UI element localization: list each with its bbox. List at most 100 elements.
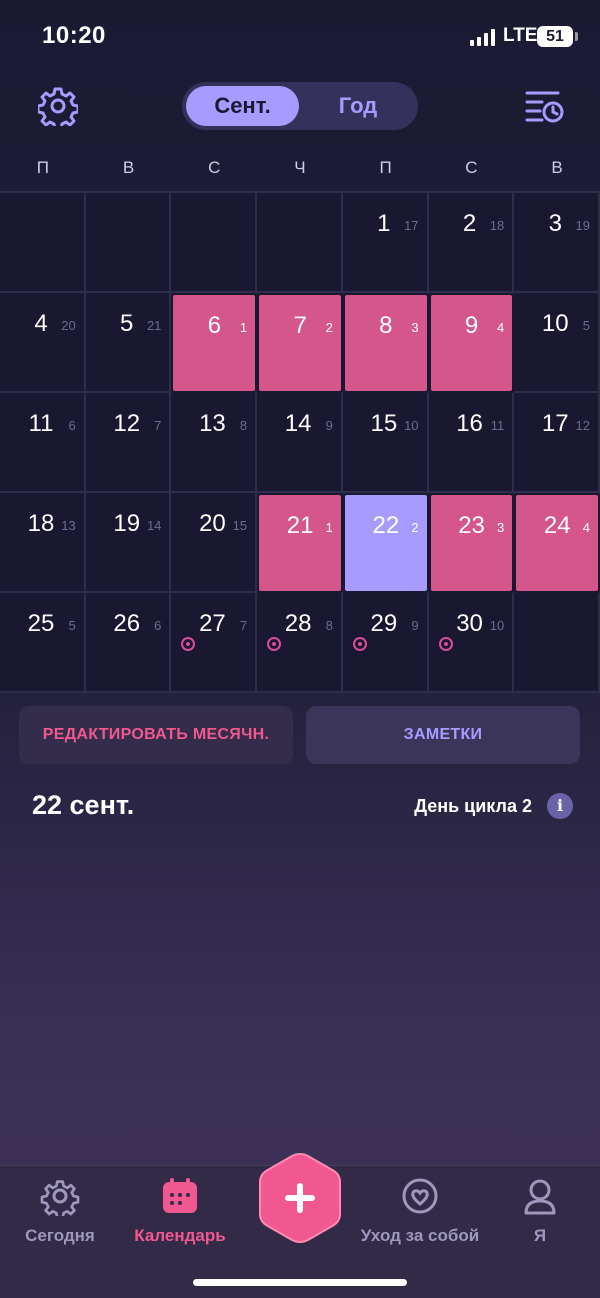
cycle-day-number: 2: [325, 320, 333, 335]
cycle-day-number: 12: [575, 418, 590, 433]
cycle-day-number: 19: [575, 218, 590, 233]
cycle-day-number: 17: [404, 218, 419, 233]
cycle-day-number: 7: [154, 418, 162, 433]
cycle-day-number: 5: [68, 618, 76, 633]
calendar-day-cell[interactable]: 17 12: [514, 393, 600, 493]
calendar-day-cell[interactable]: 2 18: [428, 193, 515, 293]
calendar-day-cell[interactable]: 13 8: [171, 393, 258, 493]
calendar-day-cell[interactable]: 16 11: [428, 393, 515, 493]
tab-selfcare[interactable]: Уход за собой: [360, 1176, 480, 1246]
calendar-day-cell[interactable]: 1 17: [342, 193, 429, 293]
selected-day-title: 22 сент.: [32, 790, 135, 820]
ovulation-icon: [267, 637, 282, 651]
calendar-day-cell[interactable]: 21 1: [257, 493, 343, 593]
edit-period-button[interactable]: РЕДАКТИРОВАТЬ МЕСЯЧН.: [19, 706, 293, 764]
calendar-day-cell[interactable]: 29 9: [342, 593, 429, 693]
cycle-day-number: 8: [325, 618, 333, 633]
weekday-label: П: [36, 158, 49, 177]
calendar-day-cell[interactable]: 83: [342, 293, 429, 393]
calendar-day-cell[interactable]: 72: [257, 293, 343, 393]
cycle-day-number: 4: [582, 520, 590, 535]
calendar-day-cell[interactable]: 11 6: [0, 393, 86, 493]
gear-icon: [40, 1176, 80, 1219]
cycle-day-number: 2: [411, 520, 419, 535]
cycle-day-number: 6: [68, 418, 76, 433]
cycle-day-number: 15: [232, 518, 248, 533]
weekday-label: П: [379, 158, 392, 177]
tab-today[interactable]: Сегодня: [0, 1176, 120, 1246]
calendar-day-cell[interactable]: 4 20: [0, 293, 86, 393]
calendar-day-cell[interactable]: 12 7: [85, 393, 172, 493]
calendar-day-cell[interactable]: 10 5: [514, 293, 600, 393]
calendar-day-cell[interactable]: 22 2: [342, 493, 429, 593]
weekday-label: С: [208, 158, 221, 177]
calendar-day-cell[interactable]: 19 14: [85, 493, 172, 593]
signal-icon: [470, 28, 495, 46]
weekday-label: Ч: [294, 158, 306, 177]
cycle-day-number: 1: [325, 520, 333, 535]
cycle-day-number: 13: [61, 518, 76, 533]
calendar-day-cell[interactable]: 14 9: [257, 393, 343, 493]
info-icon[interactable]: i: [547, 793, 573, 819]
notes-button[interactable]: ЗАМЕТКИ: [306, 706, 580, 764]
segment-year[interactable]: Год: [302, 86, 414, 126]
person-icon: [520, 1176, 560, 1216]
calendar-day-cell[interactable]: 61: [171, 293, 258, 393]
period-segment-control: Сент. Год: [182, 82, 418, 130]
calendar-day-cell[interactable]: 26 6: [85, 593, 172, 693]
network-type: LTE: [503, 25, 538, 46]
status-time: 10:20: [42, 22, 106, 49]
settings-gear-icon[interactable]: [36, 86, 80, 131]
tab-calendar[interactable]: Календарь: [120, 1176, 240, 1246]
ovulation-icon: [352, 637, 367, 651]
calendar-day-cell[interactable]: 30 10: [428, 593, 515, 693]
cycle-day-number: 9: [411, 618, 419, 633]
cycle-day-number: 7: [239, 618, 248, 633]
calendar-empty-cell: [0, 193, 86, 293]
calendar-empty-cell: [257, 193, 343, 293]
weekday-header: П В С Ч П С В: [0, 158, 600, 182]
cycle-day-number: 21: [146, 318, 162, 333]
calendar-day-cell[interactable]: 15 10: [342, 393, 429, 493]
cycle-day-number: 11: [490, 418, 505, 433]
cycle-day-number: 5: [582, 318, 590, 333]
heart-circle-icon: [400, 1176, 440, 1216]
calendar-icon: [160, 1176, 200, 1216]
calendar-day-cell[interactable]: 3 19: [514, 193, 600, 293]
tab-label: Сегодня: [25, 1226, 95, 1245]
segment-month[interactable]: Сент.: [186, 86, 299, 126]
calendar-day-cell[interactable]: 28 8: [257, 593, 343, 693]
plus-icon: [259, 1152, 341, 1243]
calendar-day-cell[interactable]: 5 21: [85, 293, 172, 393]
history-icon[interactable]: [524, 88, 564, 124]
tab-label: Я: [533, 1226, 547, 1245]
weekday-label: В: [122, 158, 135, 177]
cycle-day-number: 8: [239, 418, 248, 433]
calendar-empty-cell: [85, 193, 172, 293]
cycle-day-number: 3: [411, 320, 419, 335]
tab-me[interactable]: Я: [480, 1176, 600, 1246]
cycle-day-number: 10: [404, 418, 419, 433]
calendar-day-cell[interactable]: 24 4: [514, 493, 600, 593]
calendar-grid: 1 17 2 18 3 19 4 20 5 21 6 1 7 2 8 3 9 4 10 5 11 6 12 7 13 8 14 9 15…: [0, 191, 600, 693]
add-button[interactable]: [256, 1150, 344, 1246]
cycle-day-number: 1: [239, 320, 248, 335]
cycle-day-label: День цикла 2: [414, 796, 532, 816]
ovulation-icon: [181, 637, 196, 651]
calendar-day-cell[interactable]: 18 13: [0, 493, 86, 593]
calendar-day-cell[interactable]: 20 15: [171, 493, 258, 593]
cycle-day-number: 10: [489, 618, 505, 633]
cycle-day-number: 14: [146, 518, 162, 533]
calendar-empty-cell: [514, 593, 600, 693]
home-indicator: [193, 1279, 407, 1286]
calendar-day-cell[interactable]: 94: [428, 293, 515, 393]
tab-label: Календарь: [134, 1226, 226, 1245]
calendar-day-cell[interactable]: 25 5: [0, 593, 86, 693]
calendar-day-cell[interactable]: 23 3: [428, 493, 515, 593]
cycle-day-number: 4: [497, 320, 505, 335]
battery-icon: 51: [537, 26, 578, 47]
cycle-day-number: 20: [61, 318, 76, 333]
weekday-label: С: [465, 158, 478, 177]
cycle-day-number: 9: [325, 418, 333, 433]
calendar-day-cell[interactable]: 27 7: [171, 593, 258, 693]
